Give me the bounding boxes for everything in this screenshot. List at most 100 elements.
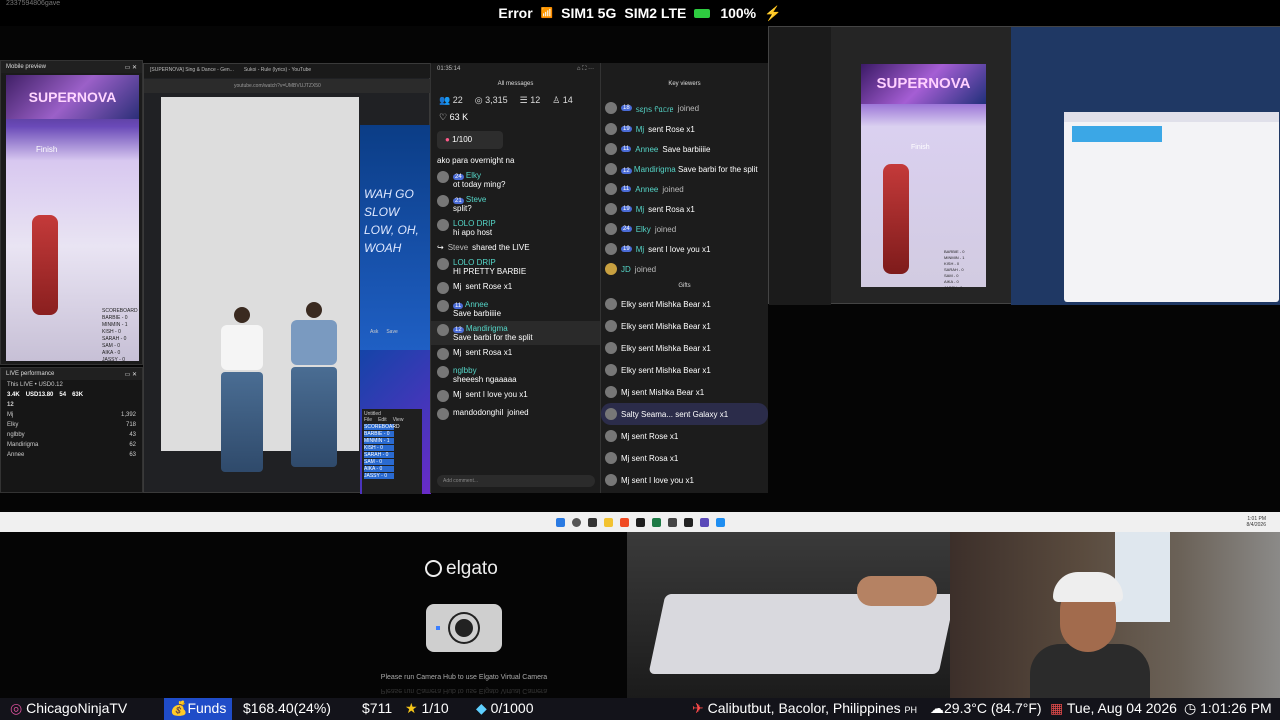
live-chat-panel[interactable]: 01:35:14 ⌂ ⛶ ⋯ All messages 👥 22 ◎ 3,315… bbox=[430, 63, 600, 493]
viewer-name: Elky bbox=[635, 224, 651, 234]
notepad-window[interactable]: Untitled File Edit View SCOREBOARD BARBI… bbox=[362, 409, 422, 494]
viewer-event[interactable]: 19 Mj sent Rosa x1 bbox=[601, 199, 768, 219]
brave-icon[interactable] bbox=[619, 517, 629, 527]
viewer-row[interactable]: Annee 63 bbox=[1, 450, 142, 460]
browser-tab[interactable]: [SUPERNOVA] Sing & Dance - Gen... bbox=[150, 67, 234, 75]
menu-edit[interactable]: Edit bbox=[378, 417, 387, 423]
app-icon[interactable] bbox=[635, 517, 645, 527]
avatar bbox=[437, 348, 449, 360]
window-controls-icon[interactable]: ▭ ✕ bbox=[125, 64, 137, 71]
sim2-label: SIM2 LTE bbox=[624, 5, 687, 21]
viewer-event[interactable]: JD joined bbox=[601, 259, 768, 279]
chat-message[interactable]: 12 Mandirigma Save barbi for the split bbox=[431, 321, 600, 345]
dance-video[interactable] bbox=[161, 97, 359, 472]
viewer-event[interactable]: 19 Mj sent I love you x1 bbox=[601, 239, 768, 259]
gift-event[interactable]: Elky sent Mishka Bear x1 bbox=[601, 359, 768, 381]
chat-message[interactable]: 24 Elky ot today ming? bbox=[431, 168, 600, 192]
level-badge: 11 bbox=[621, 186, 632, 192]
app-icon[interactable] bbox=[683, 517, 693, 527]
address-bar[interactable]: youtube.com/watch?v=UMBVUJTZX50 bbox=[144, 79, 431, 93]
notepad-menu: File Edit View bbox=[364, 417, 420, 423]
gift-text: Mj sent Mishka Bear x1 bbox=[621, 387, 705, 397]
message-text: HI PRETTY BARBIE bbox=[453, 267, 527, 276]
viewer-event[interactable]: 12 Mandirigma Save barbi for the split bbox=[601, 159, 768, 179]
chat-controls-icon[interactable]: ⌂ ⛶ ⋯ bbox=[577, 66, 594, 78]
live-performance-title: LIVE performance bbox=[6, 371, 55, 377]
viewer-event[interactable]: 11 Annee Save barbiiiie bbox=[601, 139, 768, 159]
tab-key-viewers[interactable]: Key viewers bbox=[601, 63, 768, 97]
menu-view[interactable]: View bbox=[393, 417, 404, 423]
viewer-event[interactable]: 18 ꜱɛɲꜱ ᠻᥲᥴɾᥱ joined bbox=[601, 97, 768, 119]
chat-message[interactable]: Mj sent Rose x1 bbox=[431, 279, 600, 297]
browser-tab[interactable]: Sukoi - Rule (lyrics) - YouTube bbox=[244, 67, 311, 75]
save-button[interactable]: Save bbox=[386, 329, 397, 335]
excel-icon[interactable] bbox=[651, 517, 661, 527]
viewer-event[interactable]: 24 Elky joined bbox=[601, 219, 768, 239]
viewer-name: Annee bbox=[7, 452, 25, 458]
chat-message[interactable]: 11 Annee Save barbiiiie bbox=[431, 297, 600, 321]
app-icon[interactable] bbox=[699, 517, 709, 527]
stat-earnings: USD13.80 bbox=[25, 392, 54, 398]
comment-placeholder: Add comment... bbox=[443, 478, 479, 484]
gift-event[interactable]: Mj sent Rosa x1 bbox=[601, 447, 768, 469]
chat-message[interactable]: ako para overnight na bbox=[431, 153, 600, 168]
task-view-icon[interactable] bbox=[587, 517, 597, 527]
tool-window[interactable] bbox=[1064, 112, 1279, 302]
viewer-row[interactable]: nglbby 43 bbox=[1, 430, 142, 440]
avatar bbox=[437, 171, 449, 183]
explorer-icon[interactable] bbox=[603, 517, 613, 527]
chat-message[interactable]: LOLO DRIP HI PRETTY BARBIE bbox=[431, 255, 600, 279]
message-author: Mandirigma bbox=[465, 324, 508, 333]
browser-window[interactable]: [SUPERNOVA] Sing & Dance - Gen... Sukoi … bbox=[143, 63, 431, 494]
scoreboard-line: SARAH - 0 bbox=[102, 336, 127, 342]
chat-message[interactable]: ↪ Steve shared the LIVE bbox=[431, 240, 600, 255]
browser-tab-strip[interactable]: [SUPERNOVA] Sing & Dance - Gen... Sukoi … bbox=[144, 64, 431, 78]
app-icon[interactable] bbox=[667, 517, 677, 527]
mobile-preview-panel[interactable]: Mobile preview ▭ ✕ SUPERNOVA Finish SCOR… bbox=[0, 60, 143, 365]
chat-message[interactable]: mandodonghil joined bbox=[431, 405, 600, 423]
viewer-name: ꜱɛɲꜱ ᠻᥲᥴɾᥱ bbox=[635, 105, 674, 114]
window-controls-icon[interactable]: ▭ ✕ bbox=[125, 371, 137, 378]
chat-message[interactable]: 21 Steve split? bbox=[431, 192, 600, 216]
studio-preview[interactable]: SUPERNOVA Finish BARBIE - 0 MINMIN - 1 K… bbox=[861, 64, 986, 290]
chat-message[interactable]: nglbby sheeesh ngaaaaa bbox=[431, 363, 600, 387]
viewer-event[interactable]: 11 Annee joined bbox=[601, 179, 768, 199]
menu-file[interactable]: File bbox=[364, 417, 372, 423]
tab-all-messages[interactable]: All messages bbox=[431, 81, 600, 93]
live-performance-panel[interactable]: LIVE performance ▭ ✕ This LIVE • USD0.12… bbox=[0, 367, 143, 493]
goal-badge[interactable]: ● 1/100 bbox=[437, 131, 503, 149]
viewer-event[interactable]: 19 Mj sent Rose x1 bbox=[601, 119, 768, 139]
viewer-row[interactable]: Elky 718 bbox=[1, 420, 142, 430]
app-icon[interactable] bbox=[715, 517, 725, 527]
tool-window-tab[interactable] bbox=[1072, 126, 1162, 142]
battery-label: 100% bbox=[720, 5, 757, 21]
gift-event[interactable]: Elky sent Mishka Bear x1 bbox=[601, 315, 768, 337]
gift-event[interactable]: Elky sent Mishka Bear x1 bbox=[601, 337, 768, 359]
message-author: LOLO DRIP bbox=[453, 219, 496, 228]
gift-event[interactable]: Salty Seama... sent Galaxy x1 bbox=[601, 403, 768, 425]
key-viewers-panel[interactable]: Key viewers 18 ꜱɛɲꜱ ᠻᥲᥴɾᥱ joined 19 Mj sent … bbox=[600, 63, 768, 493]
viewer-action: joined bbox=[662, 184, 684, 194]
search-icon[interactable] bbox=[571, 517, 581, 527]
gift-event[interactable]: Mj sent Rose x1 bbox=[601, 425, 768, 447]
viewer-name: Mj bbox=[635, 244, 645, 254]
person-cap bbox=[1053, 572, 1123, 602]
gift-event[interactable]: Elky sent Mishka Bear x1 bbox=[601, 293, 768, 315]
comment-input[interactable]: Add comment... bbox=[437, 475, 595, 487]
camera-icon bbox=[426, 604, 502, 652]
viewer-name: Annee bbox=[635, 184, 659, 194]
studio-window[interactable]: SUPERNOVA Finish BARBIE - 0 MINMIN - 1 K… bbox=[768, 26, 1280, 305]
viewer-row[interactable]: Mj 1,392 bbox=[1, 410, 142, 420]
studio-sidebar[interactable] bbox=[769, 27, 831, 305]
message-text: Save barbiiiie bbox=[453, 309, 502, 318]
start-icon[interactable] bbox=[555, 517, 565, 527]
chat-message[interactable]: Mj sent Rosa x1 bbox=[431, 345, 600, 363]
gift-event[interactable]: Mj sent Mishka Bear x1 bbox=[601, 381, 768, 403]
taskbar-clock[interactable]: 1:01 PM 8/4/2026 bbox=[1247, 516, 1266, 528]
lyrics-line: LOW, OH, WOAH bbox=[364, 223, 419, 255]
chat-message[interactable]: Mj sent I love you x1 bbox=[431, 387, 600, 405]
viewer-row[interactable]: Mandirigma 62 bbox=[1, 440, 142, 450]
gift-event[interactable]: Mj sent I love you x1 bbox=[601, 469, 768, 491]
chat-message[interactable]: LOLO DRIP hi apo host bbox=[431, 216, 600, 240]
ask-button[interactable]: Ask bbox=[370, 329, 378, 335]
